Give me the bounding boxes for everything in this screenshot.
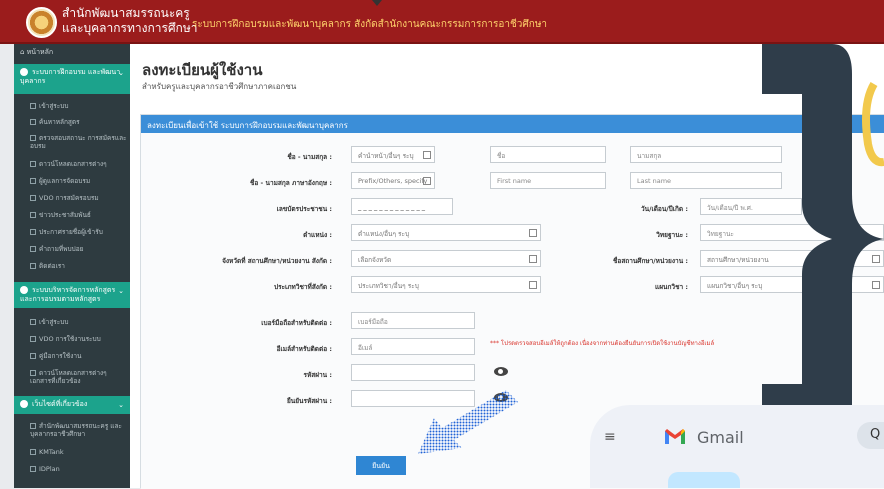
menu-icon[interactable]: ≡ bbox=[604, 429, 616, 445]
link-icon bbox=[30, 466, 36, 472]
firstname-th-input[interactable]: ชื่อ bbox=[490, 146, 606, 163]
compose-button[interactable] bbox=[668, 472, 740, 488]
dropdown-icon bbox=[423, 177, 431, 185]
eye-icon[interactable] bbox=[494, 367, 508, 376]
sidebar-section-course-management[interactable]: ระบบบริหารจัดการหลักสูตร และการอบรมตามหล… bbox=[14, 282, 130, 308]
sidebar-item-news[interactable]: ข่าวประชาสัมพันธ์ bbox=[30, 211, 128, 219]
login-icon bbox=[30, 319, 36, 325]
video-icon bbox=[30, 195, 36, 201]
name-th-label: ชื่อ - นามสกุล : bbox=[287, 153, 332, 161]
sidebar-item-manual[interactable]: คู่มือการใช้งาน bbox=[30, 352, 128, 360]
organization-name: สำนักพัฒนาสมรรถนะครู และบุคลากรทางการศึก… bbox=[62, 6, 198, 35]
chevron-down-icon: ⌄ bbox=[118, 287, 124, 295]
prefix-en-select[interactable]: Prefix/Others, specify bbox=[351, 172, 435, 189]
link-icon bbox=[30, 449, 36, 455]
sidebar-item-login-2[interactable]: เข้าสู่ระบบ bbox=[30, 318, 128, 326]
confirm-password-label: ยืนยันรหัสผ่าน : bbox=[286, 397, 332, 405]
position-select[interactable]: ตำแหน่ง/อื่นๆ ระบุ bbox=[351, 224, 541, 241]
sidebar-section-related-sites[interactable]: เว็บไซต์ที่เกี่ยวข้อง ⌄ bbox=[14, 396, 130, 414]
dob-label: วัน/เดือน/ปีเกิด : bbox=[641, 205, 688, 213]
province-select[interactable]: เลือกจังหวัด bbox=[351, 250, 541, 267]
dropdown-icon bbox=[423, 151, 431, 159]
search-icon: Q bbox=[870, 427, 881, 442]
contact-icon bbox=[30, 263, 36, 269]
submit-button[interactable]: ยืนยัน bbox=[356, 456, 406, 475]
dept-label: แผนกวิชา : bbox=[655, 283, 688, 291]
email-note: *** โปรดตรวจสอบอีเมล์ให้ถูกต้อง เนื่องจา… bbox=[490, 340, 715, 347]
page-subtitle: สำหรับครูและบุคลากรอาชีวศึกษาภาคเอกชน bbox=[142, 82, 297, 91]
dropdown-icon bbox=[529, 255, 537, 263]
video-icon bbox=[30, 336, 36, 342]
password-input[interactable] bbox=[351, 364, 475, 381]
idcard-input[interactable]: _ _ _ _ _ _ _ _ _ _ _ _ _ bbox=[351, 198, 453, 215]
sidebar-item-check-status[interactable]: ตรวจสอบสถานะ การสมัครและอบรม bbox=[30, 134, 128, 150]
phone-label: เบอร์มือถือสำหรับติดต่อ : bbox=[261, 319, 332, 327]
firstname-en-input[interactable]: First name bbox=[490, 172, 606, 189]
lastname-th-input[interactable]: นามสกุล bbox=[630, 146, 782, 163]
sidebar-link-vec[interactable]: สำนักพัฒนาสมรรถนะครู และบุคลากรอาชีวศึกษ… bbox=[30, 422, 128, 438]
prefix-th-select[interactable]: คำนำหน้า/อื่นๆ ระบุ bbox=[351, 146, 435, 163]
sidebar: ⌂ หน้าหลัก ระบบการฝึกอบรม และพัฒนาบุคลาก… bbox=[14, 44, 130, 488]
sidebar-section-training[interactable]: ระบบการฝึกอบรม และพัฒนาบุคลากร ⌄ bbox=[14, 64, 130, 94]
academic-label: วิทยฐานะ : bbox=[656, 231, 688, 239]
sidebar-item-downloads[interactable]: ดาวน์โหลดเอกสารต่างๆ bbox=[30, 160, 128, 168]
type-select[interactable]: ประเภทวิชา/อื่นๆ ระบุ bbox=[351, 276, 541, 293]
decorative-bracket bbox=[762, 44, 884, 434]
sidebar-item-search-course[interactable]: ค้นหาหลักสูตร bbox=[30, 118, 128, 126]
province-label: จังหวัดที่ สถานศึกษา/หน่วยงาน สังกัด : bbox=[222, 257, 332, 265]
gmail-logo-icon bbox=[665, 429, 685, 444]
school-label: ชื่อสถานศึกษา/หน่วยงาน : bbox=[613, 257, 688, 265]
download-icon bbox=[30, 161, 36, 167]
sidebar-item-login[interactable]: เข้าสู่ระบบ bbox=[30, 102, 128, 110]
sidebar-item-contact[interactable]: ติดต่อเรา bbox=[30, 262, 128, 270]
gmail-label: Gmail bbox=[697, 428, 744, 447]
list-icon bbox=[30, 229, 36, 235]
idcard-label: เลขบัตรประชาชน : bbox=[276, 205, 332, 213]
caret-down-icon bbox=[372, 0, 382, 6]
globe-icon bbox=[20, 286, 28, 294]
position-label: ตำแหน่ง : bbox=[303, 231, 332, 239]
password-label: รหัสผ่าน : bbox=[303, 371, 332, 379]
search-icon bbox=[30, 119, 36, 125]
email-label: อีเมล์สำหรับติดต่อ : bbox=[276, 345, 332, 353]
name-en-label: ชื่อ - นามสกุล ภาษาอังกฤษ : bbox=[249, 179, 332, 187]
sidebar-link-idplan[interactable]: IDPlan bbox=[30, 465, 128, 473]
question-icon bbox=[30, 246, 36, 252]
pointer-arrow-icon bbox=[418, 390, 518, 454]
download-icon bbox=[30, 370, 36, 376]
news-icon bbox=[30, 212, 36, 218]
system-title: ระบบการฝึกอบรมและพัฒนาบุคลากร สังกัดสำนั… bbox=[192, 19, 548, 30]
login-icon bbox=[30, 103, 36, 109]
chevron-down-icon: ⌄ bbox=[118, 69, 124, 77]
type-label: ประเภทวิชาที่สังกัด : bbox=[273, 283, 332, 291]
sidebar-item-downloads-2[interactable]: ดาวน์โหลดเอกสารต่างๆ เอกสารที่เกี่ยวข้อง bbox=[30, 369, 128, 385]
organization-logo[interactable] bbox=[26, 7, 57, 38]
sidebar-item-admins[interactable]: ผู้ดูแลการจัดอบรม bbox=[30, 177, 128, 185]
email-input[interactable]: อีเมล์ bbox=[351, 338, 475, 355]
sidebar-item-faq[interactable]: คำถามที่พบบ่อย bbox=[30, 245, 128, 253]
dropdown-icon bbox=[529, 229, 537, 237]
sidebar-item-vdo[interactable]: VDO การสมัครอบรม bbox=[30, 194, 128, 202]
dropdown-icon bbox=[529, 281, 537, 289]
page-title: ลงทะเบียนผู้ใช้งาน bbox=[142, 61, 263, 79]
globe-icon bbox=[20, 68, 28, 76]
top-header: สำนักพัฒนาสมรรถนะครู และบุคลากรทางการศึก… bbox=[0, 0, 884, 44]
link-icon bbox=[30, 423, 36, 429]
book-icon bbox=[30, 353, 36, 359]
sidebar-item-vdo-usage[interactable]: VDO การใช้งานระบบ bbox=[30, 335, 128, 343]
globe-icon bbox=[20, 400, 28, 408]
sidebar-item-home[interactable]: ⌂ หน้าหลัก bbox=[20, 47, 53, 58]
sidebar-link-kmtank[interactable]: KMTank bbox=[30, 448, 128, 456]
search-icon bbox=[30, 135, 36, 141]
users-icon bbox=[30, 178, 36, 184]
phone-input[interactable]: เบอร์มือถือ bbox=[351, 312, 475, 329]
chevron-down-icon: ⌄ bbox=[118, 401, 124, 409]
lastname-en-input[interactable]: Last name bbox=[630, 172, 782, 189]
sidebar-item-announcement[interactable]: ประกาศรายชื่อผู้เข้ารับ bbox=[30, 228, 128, 236]
